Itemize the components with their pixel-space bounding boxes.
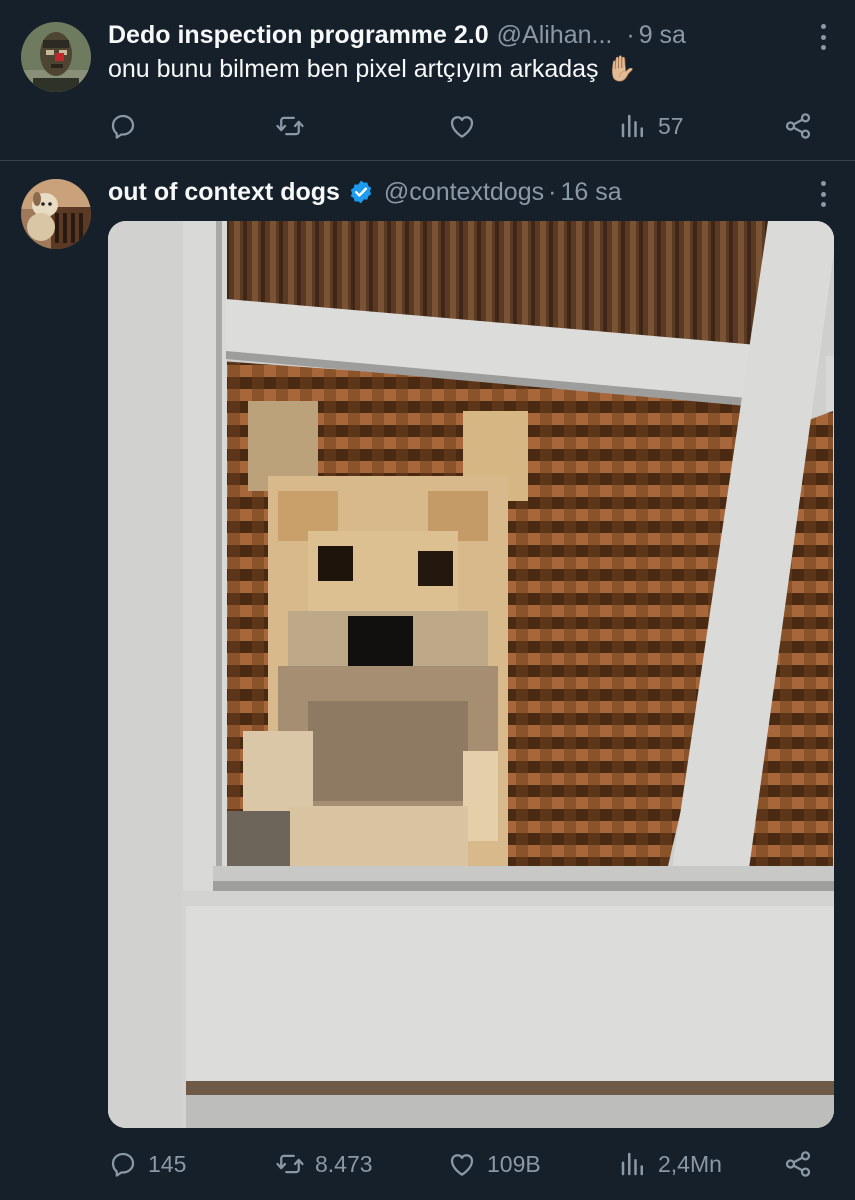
verified-badge-icon xyxy=(350,180,372,204)
like-icon xyxy=(447,1149,477,1179)
views-icon xyxy=(618,1149,648,1179)
display-name[interactable]: out of context dogs xyxy=(108,178,340,207)
retweet-icon xyxy=(275,1149,305,1179)
user-handle[interactable]: @Alihan... xyxy=(497,21,613,50)
reply-button[interactable]: 145 xyxy=(108,1147,186,1181)
avatar[interactable] xyxy=(21,22,91,92)
views-button[interactable]: 57 xyxy=(618,109,684,143)
avatar[interactable] xyxy=(21,179,91,249)
retweet-button[interactable] xyxy=(275,109,315,143)
separator-dot: · xyxy=(626,20,635,49)
action-bar: 145 8.473 109B 2,4Mn xyxy=(108,1147,825,1181)
share-icon xyxy=(783,111,813,141)
tweet-header: out of context dogs @contextdogs · 16 sa xyxy=(108,175,835,209)
views-count: 57 xyxy=(658,112,684,139)
like-icon xyxy=(447,111,477,141)
tweet-header: Dedo inspection programme 2.0 @Alihan...… xyxy=(108,18,835,52)
share-button[interactable] xyxy=(783,109,813,143)
tweet-photo[interactable] xyxy=(108,221,834,1128)
like-button[interactable]: 109B xyxy=(447,1147,541,1181)
like-count: 109B xyxy=(487,1150,541,1177)
views-count: 2,4Mn xyxy=(658,1150,722,1177)
user-handle[interactable]: @contextdogs xyxy=(384,178,544,207)
like-button[interactable] xyxy=(447,109,487,143)
share-icon xyxy=(783,1149,813,1179)
reply-icon xyxy=(108,111,138,141)
reply-icon xyxy=(108,1149,138,1179)
reply-count: 145 xyxy=(148,1150,187,1177)
reply-button[interactable] xyxy=(108,109,148,143)
share-button[interactable] xyxy=(783,1147,813,1181)
retweet-icon xyxy=(275,111,305,141)
timestamp[interactable]: 16 sa xyxy=(560,178,621,207)
timestamp[interactable]: 9 sa xyxy=(639,21,686,50)
more-icon[interactable] xyxy=(819,24,827,50)
action-bar: 57 xyxy=(108,109,825,143)
tweet-text: onu bunu bilmem ben pixel artçıyım arkad… xyxy=(108,55,637,83)
tweet[interactable]: Dedo inspection programme 2.0 @Alihan...… xyxy=(0,0,855,161)
pixelated-dog-photo xyxy=(108,221,834,1128)
retweet-button[interactable]: 8.473 xyxy=(275,1147,373,1181)
more-icon[interactable] xyxy=(819,181,827,207)
tweet[interactable]: out of context dogs @contextdogs · 16 sa xyxy=(0,161,855,1200)
retweet-count: 8.473 xyxy=(315,1150,373,1177)
separator-dot: · xyxy=(548,177,557,206)
views-icon xyxy=(618,111,648,141)
display-name[interactable]: Dedo inspection programme 2.0 xyxy=(108,21,489,50)
views-button[interactable]: 2,4Mn xyxy=(618,1147,722,1181)
